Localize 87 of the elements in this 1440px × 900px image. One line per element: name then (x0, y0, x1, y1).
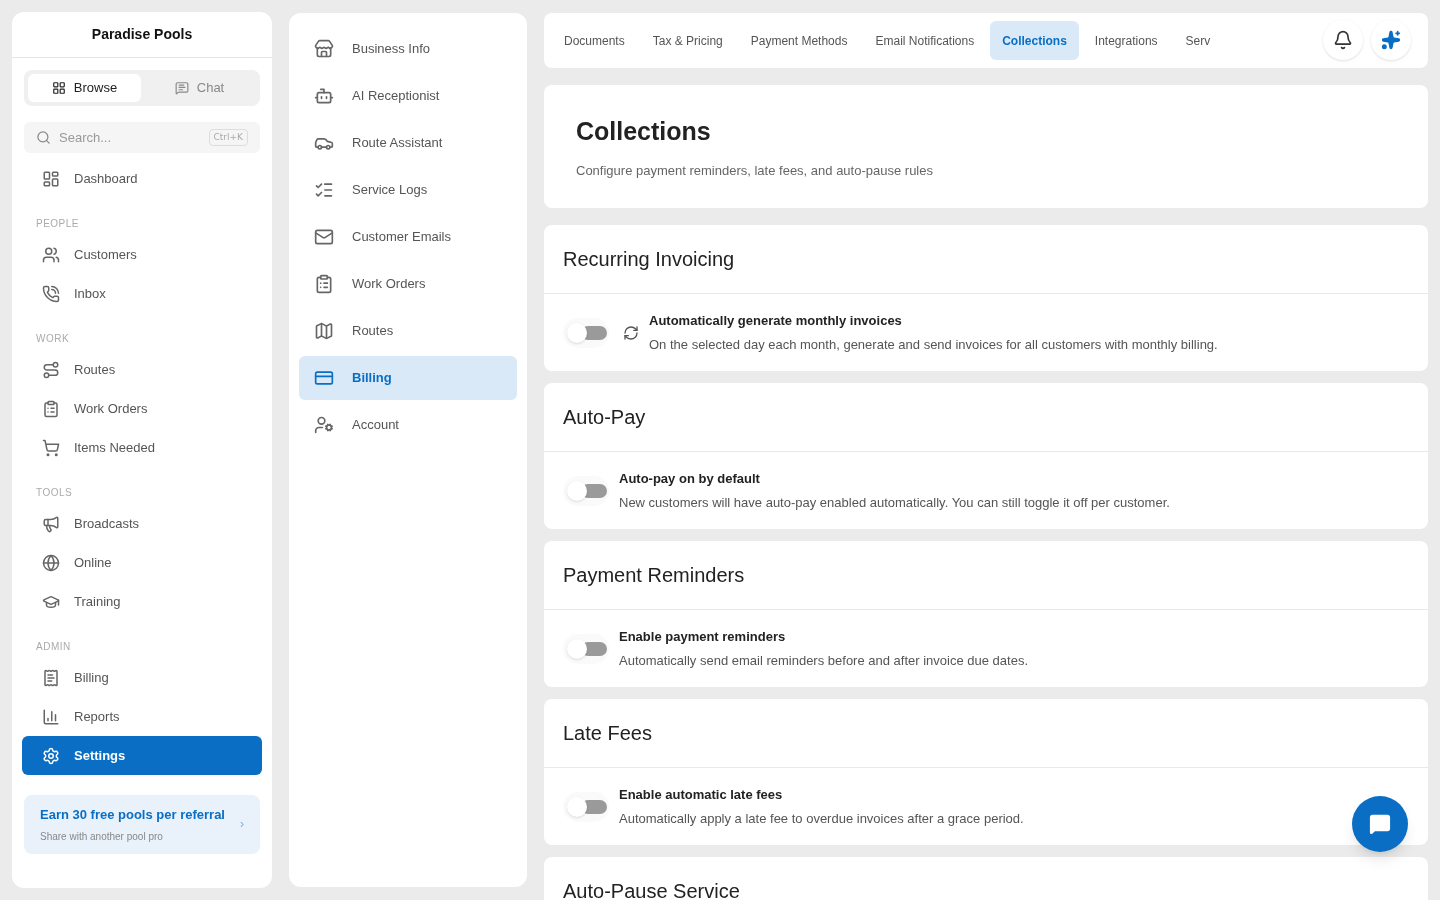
toggle-switch[interactable] (563, 633, 609, 664)
setting-label: Automatically generate monthly invoices (649, 311, 903, 330)
store-icon (314, 39, 334, 59)
card-title: Auto-Pause Service (563, 879, 740, 900)
tab[interactable]: Tax & Pricing (640, 21, 735, 60)
tab[interactable]: Email Notifications (863, 21, 987, 60)
card-title: Auto-Pay (563, 405, 646, 430)
refresh-icon (623, 324, 639, 341)
message-icon (1369, 813, 1391, 835)
nav-item[interactable]: Customers (22, 235, 262, 274)
nav-item[interactable]: Reports (22, 697, 262, 736)
tab[interactable]: Integrations (1082, 21, 1170, 60)
nav-item[interactable]: Items Needed (22, 428, 262, 467)
user-gear-icon (314, 415, 334, 435)
settings-icon (42, 746, 60, 765)
page-subtitle: Configure payment reminders, late fees, and auto-pause rules (576, 161, 934, 180)
setting-description: New customers will have auto-pay enabled automatically. You can still toggle it off per customer. (619, 494, 1170, 512)
card-title: Payment Reminders (563, 563, 745, 588)
shortcut-hint: Ctrl+K (208, 128, 248, 147)
nav-item[interactable]: Routes (22, 350, 262, 389)
mail-icon (314, 227, 334, 247)
grid-icon (51, 81, 66, 95)
nav-item[interactable]: Dashboard (22, 159, 262, 198)
sparkles-icon (1381, 30, 1401, 50)
tab[interactable]: Collections (990, 21, 1079, 60)
toggle-switch[interactable] (563, 475, 609, 506)
card-title: Recurring Invoicing (563, 247, 735, 272)
setting-label: Enable automatic late fees (619, 785, 784, 804)
phone-icon (42, 284, 60, 303)
referral-card[interactable]: Earn 30 free pools per referral Share with another pool pro › (24, 795, 260, 854)
route-icon (42, 360, 60, 379)
section-heading: WORK (35, 332, 71, 346)
nav-item[interactable]: Work Orders (22, 389, 262, 428)
settings-nav-item[interactable]: Service Logs (299, 168, 517, 212)
tab[interactable]: Documents (552, 21, 637, 60)
assistant-button[interactable] (1371, 20, 1411, 60)
setting-label: Auto-pay on by default (619, 469, 761, 488)
settings-nav-item[interactable]: Work Orders (299, 262, 517, 306)
chevron-icon: › (240, 815, 244, 834)
robot-icon (314, 86, 334, 106)
chat-icon (174, 81, 189, 95)
setting-label: Enable payment reminders (619, 627, 787, 646)
bell-icon (1333, 30, 1353, 50)
settings-nav-item[interactable]: AI Receptionist (299, 74, 517, 118)
dashboard-icon (42, 169, 60, 188)
setting-description: Automatically apply a late fee to overdue invoices after a grace period. (619, 810, 1024, 828)
tab[interactable]: Payment Methods (738, 21, 860, 60)
settings-nav-item[interactable]: Account (299, 403, 517, 447)
mode-tab[interactable]: Browse (28, 74, 141, 102)
globe-icon (42, 553, 60, 572)
section-heading: ADMIN (35, 640, 72, 654)
nav-item[interactable]: Billing (22, 658, 262, 697)
checklist-icon (314, 180, 334, 200)
nav-item[interactable]: Broadcasts (22, 504, 262, 543)
card-title: Late Fees (563, 721, 652, 746)
map-icon (314, 321, 334, 341)
referral-subtitle: Share with another pool pro (40, 829, 164, 844)
page-title: Collections (576, 116, 712, 147)
clipboard-icon (314, 274, 334, 294)
settings-nav-item[interactable]: Billing (299, 356, 517, 400)
nav-item[interactable]: Inbox (22, 274, 262, 313)
nav-item[interactable]: Training (22, 582, 262, 621)
clipboard-icon (42, 399, 60, 418)
settings-nav-item[interactable]: Routes (299, 309, 517, 353)
toggle-switch[interactable] (563, 317, 609, 348)
section-heading: TOOLS (35, 486, 74, 500)
setting-description: On the selected day each month, generate and send invoices for all customers with monthly billing. (649, 336, 1218, 354)
nav-item[interactable]: Settings (22, 736, 262, 775)
tab[interactable]: Serv (1173, 21, 1223, 60)
bar-chart-icon (42, 707, 60, 726)
settings-nav-item[interactable]: Customer Emails (299, 215, 517, 259)
cart-icon (42, 438, 60, 457)
megaphone-icon (42, 514, 60, 533)
setting-description: Automatically send email reminders before and after invoice due dates. (619, 652, 1028, 670)
settings-nav-item[interactable]: Route Assistant (299, 121, 517, 165)
search-input[interactable]: Search... (59, 127, 201, 148)
section-heading: PEOPLE (35, 217, 81, 231)
credit-card-icon (314, 368, 334, 388)
notifications-button[interactable] (1323, 20, 1363, 60)
brand-name: Paradise Pools (91, 25, 193, 44)
nav-item[interactable]: Online (22, 543, 262, 582)
people-icon (42, 245, 60, 264)
toggle-switch[interactable] (563, 791, 609, 822)
referral-title: Earn 30 free pools per referral (40, 806, 226, 824)
receipt-icon (42, 668, 60, 687)
search-icon (36, 130, 51, 145)
settings-nav-item[interactable]: Business Info (299, 27, 517, 71)
